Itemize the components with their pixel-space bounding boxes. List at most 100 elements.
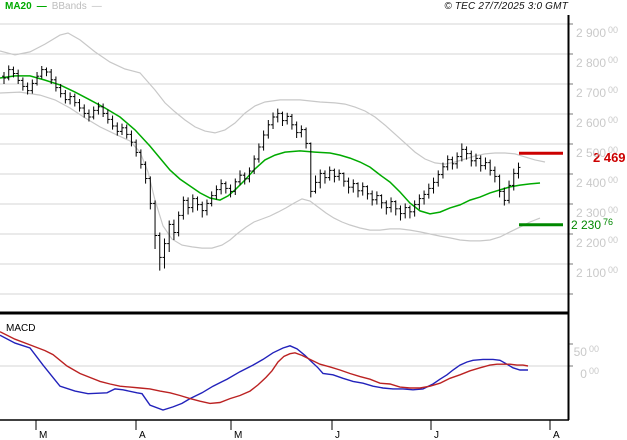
price-tick-label: 2 600 00 — [576, 115, 618, 130]
month-label: J — [335, 430, 340, 440]
month-label: A — [553, 430, 560, 440]
indicator-legend: MA20 — BBands — — [5, 1, 102, 12]
ohlc-bar — [190, 194, 195, 213]
macd-panel-label: MACD — [6, 323, 35, 334]
ohlc-bar — [379, 194, 384, 209]
ohlc-bar — [351, 179, 356, 193]
macd-panel — [0, 331, 568, 411]
ohlc-bar — [389, 197, 394, 213]
ohlc-bar — [308, 142, 313, 198]
ohlc-bar — [157, 232, 162, 271]
ohlc-bar — [360, 182, 365, 196]
ohlc-bar — [459, 143, 464, 162]
ohlc-bar — [374, 191, 379, 205]
ohlc-bar — [407, 205, 412, 219]
ohlc-bar — [398, 205, 403, 221]
ohlc-bar — [16, 69, 21, 84]
ohlc-bar — [285, 112, 290, 125]
price-tick-label: 2 200 00 — [576, 235, 618, 250]
ohlc-bar — [143, 161, 148, 184]
axes-and-borders — [0, 15, 573, 430]
ma20-legend-dash: — — [36, 1, 47, 12]
ohlc-bar — [417, 194, 422, 210]
ohlc-bar — [219, 179, 224, 195]
ohlc-bar — [488, 159, 493, 176]
price-tick-label: 2 700 00 — [576, 85, 618, 100]
ohlc-bar — [252, 155, 257, 174]
ohlc-bar — [502, 187, 507, 206]
ohlc-bar — [337, 169, 342, 181]
macd-tick-label: 50 00 — [574, 344, 599, 359]
ohlc-bar — [507, 180, 512, 204]
ohlc-bar — [478, 155, 483, 172]
ohlc-bar — [271, 112, 276, 129]
copyright-text: © TEC 27/7/2025 3:0 GMT — [444, 1, 568, 12]
ohlc-bar — [6, 65, 11, 81]
ohlc-bar — [341, 172, 346, 187]
ohlc-bar — [332, 168, 337, 183]
ohlc-bar — [181, 196, 186, 220]
ohlc-bar — [431, 177, 436, 194]
bbands-legend-label: BBands — [51, 1, 87, 12]
ohlc-bar — [124, 124, 129, 139]
ohlc-bar — [176, 211, 181, 237]
bollinger-lower-band — [0, 91, 541, 249]
ohlc-bar — [82, 104, 87, 118]
month-label: M — [234, 430, 242, 440]
macd-tick-label: 0 00 — [580, 366, 599, 381]
price-tick-label: 2 100 00 — [576, 265, 618, 280]
ohlc-bar — [91, 106, 96, 120]
ohlc-bar — [318, 169, 323, 189]
ohlc-bar — [72, 93, 77, 107]
ohlc-bar — [299, 125, 304, 138]
ohlc-bars — [2, 65, 521, 271]
ohlc-bar — [247, 167, 252, 183]
ohlc-bar — [304, 127, 309, 149]
ohlc-bar — [44, 67, 49, 77]
month-label: A — [139, 430, 146, 440]
ohlc-bar — [105, 109, 110, 124]
ohlc-bar — [365, 185, 370, 200]
ohlc-bar — [68, 92, 73, 105]
stock-chart: MA20— BBands — © TEC 27/7/2025 3:0 GMT MA… — [0, 0, 627, 440]
ohlc-bar — [266, 120, 271, 139]
ma20-legend-label: MA20 — [5, 1, 32, 12]
month-label: M — [39, 430, 47, 440]
ohlc-bar — [214, 185, 219, 200]
ohlc-bar — [233, 178, 238, 195]
ohlc-bar — [256, 143, 261, 163]
ohlc-bar — [275, 108, 280, 123]
ohlc-bar — [204, 199, 209, 216]
ohlc-bar — [436, 170, 441, 187]
ohlc-bar — [346, 177, 351, 194]
ohlc-bar — [134, 139, 139, 157]
price-tick-label: 2 800 00 — [576, 55, 618, 70]
ohlc-bar — [77, 99, 82, 112]
axis-labels: MACD 2 4693 2 23076 2 900002 800002 7000… — [6, 25, 626, 440]
ohlc-bar — [384, 200, 389, 215]
ohlc-bar — [110, 115, 115, 130]
ohlc-bar — [294, 121, 299, 138]
ohlc-bar — [469, 150, 474, 167]
ohlc-bar — [289, 114, 294, 130]
ohlc-bar — [186, 197, 191, 215]
ohlc-bar — [171, 219, 176, 240]
ohlc-bar — [426, 183, 431, 199]
ohlc-bar — [393, 200, 398, 216]
ohlc-bar — [422, 190, 427, 205]
ohlc-bar — [261, 130, 266, 151]
ohlc-bar — [516, 162, 521, 179]
price-and-macd-chart: MACD 2 4693 2 23076 2 900002 800002 7000… — [0, 15, 626, 440]
price-tick-label: 2 400 00 — [576, 175, 618, 190]
ohlc-bar — [370, 190, 375, 206]
ohlc-bar — [313, 175, 318, 194]
ohlc-bar — [483, 157, 488, 170]
bbands-legend-dash: — — [91, 1, 102, 12]
bollinger-bands — [0, 32, 546, 249]
ma20-line — [0, 75, 541, 215]
ohlc-bar — [120, 123, 124, 135]
ohlc-bar — [356, 182, 360, 198]
ohlc-bar — [115, 122, 120, 136]
ohlc-bar — [403, 203, 408, 219]
ohlc-bar — [30, 79, 35, 94]
